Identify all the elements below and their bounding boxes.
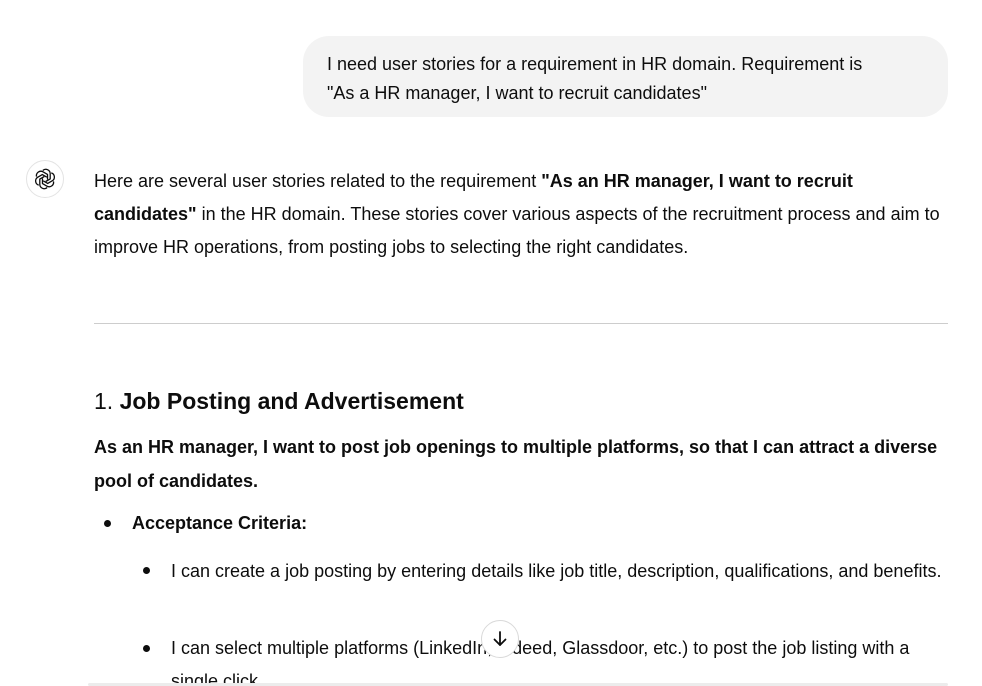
section-heading: 1. Job Posting and Advertisement xyxy=(94,384,464,418)
assistant-intro-paragraph: Here are several user stories related to… xyxy=(94,165,954,264)
section-number: 1. xyxy=(94,388,114,414)
arrow-down-icon xyxy=(493,631,507,646)
bullet-icon xyxy=(143,567,150,574)
acceptance-criteria-label: Acceptance Criteria: xyxy=(132,513,308,533)
bullet-icon xyxy=(104,520,111,527)
intro-prefix: Here are several user stories related to… xyxy=(94,171,542,191)
criteria-item: I can select multiple platforms (LinkedI… xyxy=(171,638,910,686)
intro-suffix: in the HR domain. These stories cover va… xyxy=(94,204,940,257)
bullet-icon xyxy=(143,645,150,652)
assistant-intro: Here are several user stories related to… xyxy=(94,165,954,264)
user-message-line-1: I need user stories for a requirement in… xyxy=(327,54,863,74)
user-message-line-2: "As a HR manager, I want to recruit cand… xyxy=(327,83,707,103)
criteria-item: I can create a job posting by entering d… xyxy=(171,561,942,581)
user-story: As an HR manager, I want to post job ope… xyxy=(94,437,938,491)
user-message-bubble: I need user stories for a requirement in… xyxy=(303,36,948,117)
section-divider xyxy=(94,323,948,324)
assistant-avatar xyxy=(26,160,64,198)
section-title: Job Posting and Advertisement xyxy=(119,388,464,414)
chat-page: I need user stories for a requirement in… xyxy=(0,0,982,686)
openai-logo-icon xyxy=(35,168,55,190)
scroll-to-bottom-button[interactable] xyxy=(481,620,519,658)
